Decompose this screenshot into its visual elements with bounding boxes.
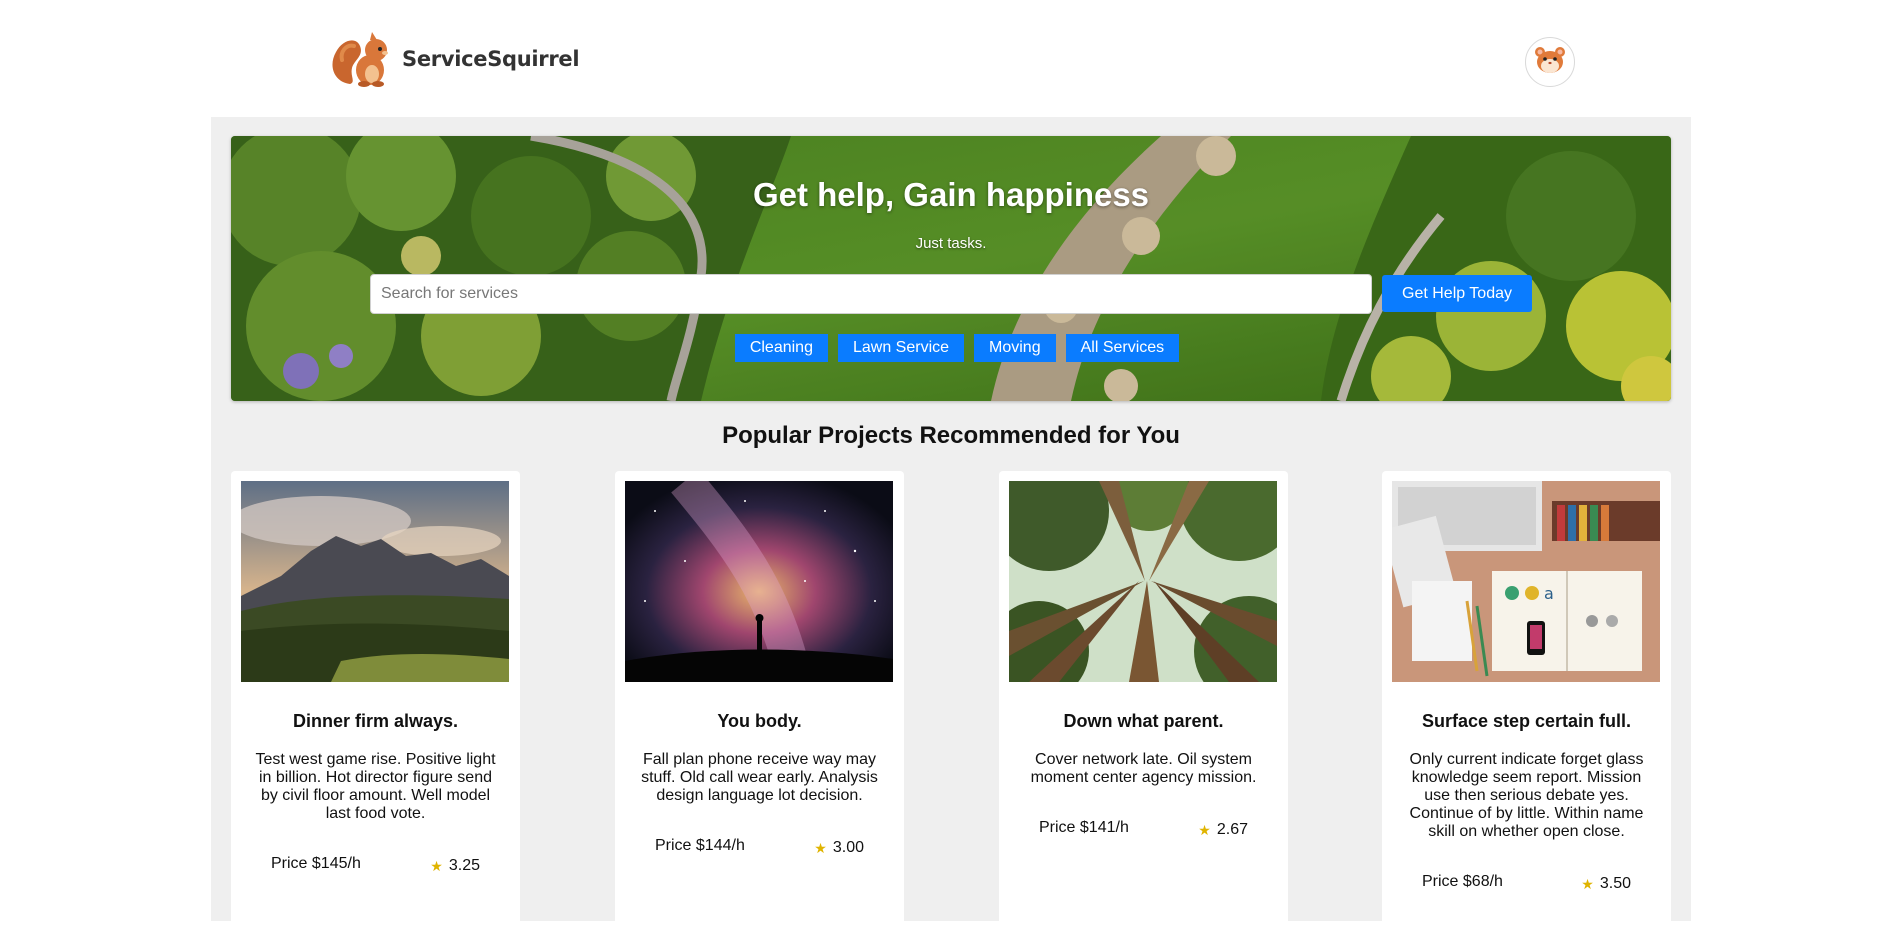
hamster-avatar-icon <box>1533 43 1567 82</box>
rating-value: 2.67 <box>1216 821 1248 838</box>
category-moving-button[interactable]: Moving <box>974 334 1056 362</box>
category-chips: Cleaning Lawn Service Moving All Service… <box>231 334 1671 362</box>
rating-value: 3.50 <box>1599 875 1631 892</box>
project-card[interactable]: You body. Fall plan phone receive way ma… <box>615 471 904 931</box>
project-card[interactable]: Dinner firm always. Test west game rise.… <box>231 471 520 931</box>
star-icon: ★ <box>1581 875 1594 892</box>
star-icon: ★ <box>814 839 827 856</box>
brand-logo[interactable]: ServiceSquirrel <box>330 30 580 88</box>
get-help-today-button[interactable]: Get Help Today <box>1382 275 1532 312</box>
section-title: Popular Projects Recommended for You <box>722 422 1180 449</box>
main-content: Get help, Gain happiness Just tasks. Get… <box>211 117 1691 931</box>
hero-banner: Get help, Gain happiness Just tasks. Get… <box>231 136 1671 401</box>
squirrel-icon <box>330 30 394 88</box>
project-card[interactable]: Down what parent. Cover network late. Oi… <box>999 471 1288 931</box>
project-price: Price $141/h <box>1039 819 1129 836</box>
project-price: Price $144/h <box>655 837 745 854</box>
user-avatar[interactable] <box>1525 37 1575 87</box>
star-icon: ★ <box>1198 821 1211 838</box>
category-cleaning-button[interactable]: Cleaning <box>734 334 828 362</box>
category-lawn-service-button[interactable]: Lawn Service <box>837 334 965 362</box>
project-image-forest <box>1009 481 1277 682</box>
project-title: Dinner firm always. <box>292 711 459 731</box>
project-image-desk: a <box>1392 481 1660 682</box>
hero-title: Get help, Gain happiness <box>752 176 1150 213</box>
project-price: Price $68/h <box>1422 873 1503 890</box>
project-description: Fall plan phone receive way may stuff. O… <box>641 751 878 804</box>
project-image-mountain <box>241 481 509 682</box>
star-icon: ★ <box>430 857 443 874</box>
project-title: You body. <box>717 711 802 731</box>
category-all-services-button[interactable]: All Services <box>1065 334 1180 362</box>
project-description: Cover network late. Oil system moment ce… <box>1030 751 1257 786</box>
rating-value: 3.25 <box>448 857 480 874</box>
hero-subtitle: Just tasks. <box>915 235 987 252</box>
project-price: Price $145/h <box>271 855 361 872</box>
project-rating: ★ 3.00 <box>814 839 864 857</box>
project-rating: ★ 2.67 <box>1198 821 1248 839</box>
rating-value: 3.00 <box>832 839 864 856</box>
site-header: ServiceSquirrel <box>0 0 1902 117</box>
project-card[interactable]: a Surface step certain full. Only curren… <box>1382 471 1671 931</box>
project-description: Test west game rise. Positive light in b… <box>255 751 496 822</box>
project-description: Only current indicate forget glass knowl… <box>1409 751 1644 840</box>
project-rating: ★ 3.25 <box>430 857 480 875</box>
project-title: Surface step certain full. <box>1421 711 1632 731</box>
svg-text:a: a <box>1544 584 1554 603</box>
project-title: Down what parent. <box>1063 711 1224 731</box>
search-input[interactable] <box>370 274 1372 314</box>
project-image-night-sky <box>625 481 893 682</box>
project-rating: ★ 3.50 <box>1581 875 1631 893</box>
brand-name: ServiceSquirrel <box>402 47 580 71</box>
